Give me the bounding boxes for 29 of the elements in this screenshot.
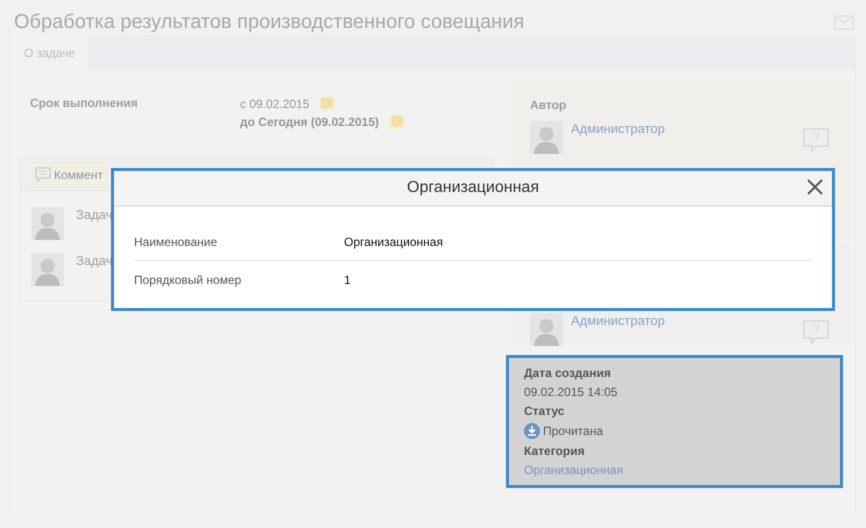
avatar-icon bbox=[31, 253, 64, 286]
user-link[interactable]: Администратор bbox=[571, 121, 794, 136]
comments-button[interactable]: Коммент bbox=[29, 162, 107, 188]
user-link[interactable]: Администратор bbox=[571, 313, 794, 328]
page-title: Обработка результатов производственного совещания bbox=[14, 11, 524, 34]
field-label: Порядковый номер bbox=[134, 272, 242, 286]
dialog-title: Организационная bbox=[407, 179, 539, 197]
field-label: Наименование bbox=[134, 234, 218, 248]
field-label: Срок выполнения bbox=[30, 96, 139, 112]
comment-icon bbox=[35, 166, 51, 182]
avatar-icon bbox=[31, 207, 64, 240]
field-value: 1 bbox=[344, 272, 351, 286]
avatar-icon bbox=[530, 121, 563, 154]
category-link[interactable]: Организационная bbox=[524, 463, 623, 477]
clock-icon[interactable] bbox=[319, 96, 336, 112]
date-text: с 09.02.2015 bbox=[240, 97, 310, 111]
field-value: Организационная bbox=[344, 234, 443, 248]
section-label: Автор bbox=[530, 98, 568, 112]
comment-text: Задач bbox=[76, 253, 112, 270]
field-label: Статус bbox=[524, 404, 566, 418]
field-value: 09.02.2015 14:05 bbox=[524, 385, 618, 399]
clock-icon[interactable] bbox=[388, 114, 405, 130]
status-text: Прочитана bbox=[543, 424, 603, 438]
comment-text: Задач bbox=[76, 207, 112, 224]
field-label: Дата создания bbox=[524, 366, 612, 380]
download-icon bbox=[524, 423, 540, 439]
close-icon[interactable] bbox=[806, 178, 824, 196]
date-text: до Сегодня (09.02.2015) bbox=[240, 115, 379, 129]
field-label: Категория bbox=[524, 444, 586, 458]
